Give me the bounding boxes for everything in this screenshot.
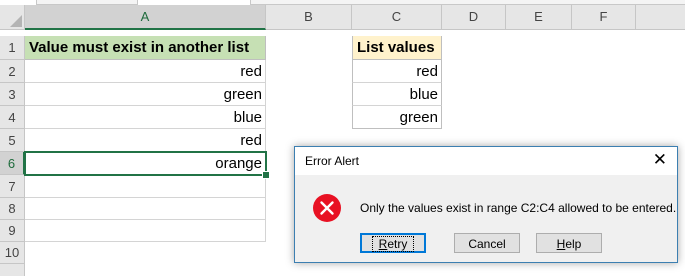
row-header-10[interactable]: 10 bbox=[0, 242, 25, 264]
cell-c4[interactable]: green bbox=[352, 106, 442, 129]
column-header-e[interactable]: E bbox=[506, 5, 572, 30]
column-header-d[interactable]: D bbox=[442, 5, 506, 30]
column-header-next[interactable] bbox=[636, 5, 685, 30]
error-message: Only the values exist in range C2:C4 all… bbox=[360, 201, 677, 215]
row-header-1[interactable]: 1 bbox=[0, 36, 25, 60]
dialog-title: Error Alert bbox=[305, 154, 360, 168]
cell-c1[interactable]: List values bbox=[352, 36, 442, 60]
cell-c3[interactable]: blue bbox=[352, 83, 442, 106]
select-all-corner[interactable] bbox=[0, 5, 25, 30]
row-header-2[interactable]: 2 bbox=[0, 60, 25, 83]
row-header-3[interactable]: 3 bbox=[0, 83, 25, 106]
cancel-button[interactable]: Cancel bbox=[454, 233, 520, 253]
cell-a4[interactable]: blue bbox=[25, 106, 266, 129]
help-label: elp bbox=[565, 237, 582, 251]
retry-button[interactable]: Retry bbox=[360, 233, 426, 253]
retry-label: etry bbox=[387, 237, 408, 251]
cell-a1[interactable]: Value must exist in another list bbox=[25, 36, 266, 60]
error-alert-dialog: Error Alert ✕ Only the values exist in r… bbox=[294, 146, 678, 263]
active-cell-border bbox=[24, 151, 267, 176]
cell-c2[interactable]: red bbox=[352, 60, 442, 83]
error-icon bbox=[313, 194, 341, 222]
close-icon[interactable]: ✕ bbox=[653, 151, 667, 169]
row-header-5[interactable]: 5 bbox=[0, 129, 25, 152]
cell-a8[interactable] bbox=[25, 198, 266, 220]
fill-handle[interactable] bbox=[262, 171, 270, 179]
row-header-11[interactable] bbox=[0, 264, 25, 276]
row-header-7[interactable]: 7 bbox=[0, 175, 25, 198]
cell-a2[interactable]: red bbox=[25, 60, 266, 83]
cell-a3[interactable]: green bbox=[25, 83, 266, 106]
row-header-8[interactable]: 8 bbox=[0, 198, 25, 220]
row-header-4[interactable]: 4 bbox=[0, 106, 25, 129]
row-header-6[interactable]: 6 bbox=[0, 152, 25, 175]
cell-a5[interactable]: red bbox=[25, 129, 266, 152]
column-header-a[interactable]: A bbox=[25, 5, 266, 30]
cell-a9[interactable] bbox=[25, 220, 266, 242]
row-header-9[interactable]: 9 bbox=[0, 220, 25, 242]
dialog-title-bar[interactable]: Error Alert ✕ bbox=[295, 147, 677, 175]
column-header-f[interactable]: F bbox=[572, 5, 636, 30]
help-button[interactable]: Help bbox=[536, 233, 602, 253]
column-header-c[interactable]: C bbox=[352, 5, 442, 30]
column-header-b[interactable]: B bbox=[266, 5, 352, 30]
cell-a7[interactable] bbox=[25, 175, 266, 198]
